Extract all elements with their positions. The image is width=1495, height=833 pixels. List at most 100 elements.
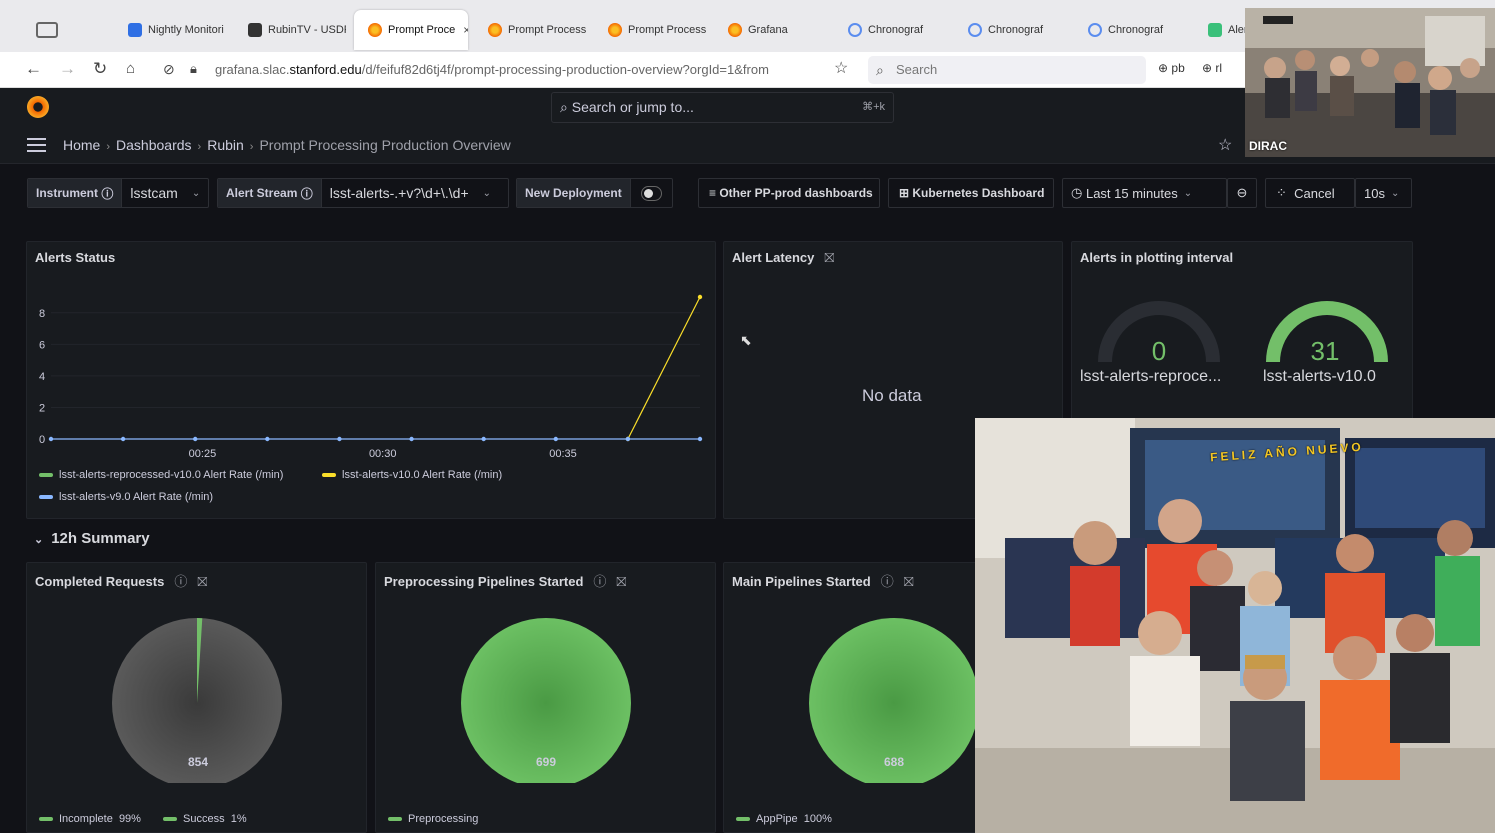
chronograf-icon: [848, 23, 862, 37]
tab-alerts[interactable]: Aler: [1194, 10, 1246, 50]
legend-label: Incomplete: [59, 813, 113, 825]
chevron-down-icon: ⌄: [1183, 187, 1193, 199]
gauge-value: 0: [1151, 336, 1167, 366]
series-line: [627, 296, 701, 440]
completed-requests-panel[interactable]: Completed Requests ⓘ ⛝ 854 Incomplete 99% …: [26, 562, 367, 833]
kubernetes-dashboard-button[interactable]: ⊞ Kubernetes Dashboard: [888, 178, 1054, 208]
y-tick-label: 8: [39, 308, 45, 320]
chronograf-icon: [968, 23, 982, 37]
instrument-variable[interactable]: Instrument ⓘ lsstcam ⌄: [27, 178, 209, 208]
chevron-down-icon: ⌄: [191, 187, 201, 199]
cancel-label: Cancel: [1294, 185, 1335, 201]
tab-label: Chronograf: [988, 24, 1044, 36]
tab-grafana[interactable]: Grafana: [714, 10, 826, 50]
breadcrumb-dashboards[interactable]: Dashboards: [116, 137, 192, 153]
x-tick-label: 00:35: [549, 448, 577, 460]
tab-nightly-monitoring[interactable]: Nightly Monitori: [114, 10, 226, 50]
preprocessing-pipelines-panel[interactable]: Preprocessing Pipelines Started ⓘ ⛝ 699 Pr…: [375, 562, 716, 833]
pie-chart: [112, 618, 282, 783]
y-tick-label: 0: [39, 434, 45, 446]
toggle-switch[interactable]: [640, 185, 662, 201]
legend-item[interactable]: Success 1%: [163, 813, 247, 825]
data-point: [697, 436, 703, 442]
tab-chronograf[interactable]: Chronograf: [954, 10, 1066, 50]
grafana-search-input[interactable]: ⌕ Search or jump to... ⌘+k: [551, 92, 894, 123]
tab-chronograf[interactable]: Chronograf: [834, 10, 946, 50]
other-dashboards-button[interactable]: ≡ Other PP-prod dashboards: [698, 178, 880, 208]
row-title: 12h Summary: [51, 530, 150, 547]
row-header-12h-summary[interactable]: ⌄ 12h Summary: [34, 530, 150, 547]
legend-item[interactable]: Incomplete 99%: [39, 813, 141, 825]
data-point: [337, 436, 342, 442]
tracking-protection-icon[interactable]: ⊘: [163, 58, 175, 80]
legend-label: lsst-alerts-reprocessed-v10.0 Alert Rate…: [59, 469, 284, 481]
refresh-interval-picker[interactable]: 10s ⌄: [1355, 178, 1412, 208]
tab-prompt-processing-active[interactable]: Prompt Proce ×: [354, 10, 468, 50]
alert-icon: [1208, 23, 1222, 37]
browser-search-input[interactable]: ⌕ Search: [868, 56, 1146, 84]
search-placeholder: Search: [896, 62, 938, 77]
x-tick-label: 00:25: [189, 448, 217, 460]
time-range-picker[interactable]: ◷ Last 15 minutes ⌄: [1062, 178, 1227, 208]
legend-item[interactable]: lsst-alerts-v10.0 Alert Rate (/min): [322, 469, 502, 481]
breadcrumb-rubin[interactable]: Rubin: [207, 137, 244, 153]
chevron-down-icon: ⌄: [482, 187, 492, 199]
cancel-button[interactable]: ⁘ Cancel: [1265, 178, 1355, 208]
pie-chart: [461, 618, 631, 783]
legend-item[interactable]: AppPipe 100%: [736, 813, 832, 825]
info-icon: ⓘ: [101, 186, 114, 201]
grafana-logo-icon[interactable]: [27, 96, 49, 118]
sidebar-toggle-icon[interactable]: [36, 22, 58, 38]
search-icon: ⌕: [560, 99, 568, 115]
legend-item[interactable]: lsst-alerts-v9.0 Alert Rate (/min): [39, 491, 213, 503]
gauge-label: lsst-alerts-reproce...: [1080, 368, 1222, 385]
legend-item[interactable]: lsst-alerts-reprocessed-v10.0 Alert Rate…: [39, 469, 283, 481]
url-bar[interactable]: grafana.slac.stanford.edu/d/feifuf82d6tj…: [215, 58, 855, 82]
search-icon: ⌕: [876, 62, 884, 78]
legend-swatch: [39, 817, 53, 822]
legend-swatch: [39, 495, 53, 500]
alerts-status-panel[interactable]: Alerts Status 0 2 4 6 8 00:25 00:30 00:35 lsst-…: [26, 241, 716, 519]
reload-icon[interactable]: ↻: [93, 58, 107, 80]
home-icon[interactable]: ⌂: [126, 58, 135, 80]
forward-arrow-icon[interactable]: →: [59, 58, 76, 80]
legend-swatch: [322, 473, 336, 478]
alert-stream-variable[interactable]: Alert Stream ⓘ lsst-alerts-.+v?\d+\.\d+ …: [217, 178, 509, 208]
close-icon[interactable]: ×: [463, 23, 468, 37]
legend-swatch: [39, 473, 53, 478]
data-point: [409, 436, 414, 442]
grid-icon: ⊞: [899, 186, 913, 200]
back-arrow-icon[interactable]: ←: [25, 58, 42, 80]
pie-value: 854: [187, 755, 209, 769]
legend-percent: 99%: [118, 813, 141, 825]
bookmark-star-icon[interactable]: ☆: [834, 58, 848, 80]
lock-icon[interactable]: 🔒︎: [190, 58, 197, 80]
data-point: [193, 436, 198, 442]
data-point: [697, 294, 703, 300]
extension-pb[interactable]: ⊕ pb: [1158, 61, 1185, 75]
tab-prompt-processing[interactable]: Prompt Process: [474, 10, 586, 50]
data-point: [48, 436, 54, 442]
chronograf-icon: [1088, 23, 1102, 37]
legend-percent: 1%: [230, 813, 247, 825]
data-point: [553, 436, 558, 442]
legend-label: lsst-alerts-v9.0 Alert Rate (/min): [59, 491, 214, 503]
breadcrumb-home[interactable]: Home: [63, 137, 100, 153]
legend-item[interactable]: Preprocessing: [388, 813, 478, 825]
other-dashboards-label: Other PP-prod dashboards: [719, 186, 873, 200]
mouse-cursor-icon: ⬉: [740, 332, 752, 348]
new-deployment-toggle[interactable]: New Deployment: [516, 178, 673, 208]
gauge-label: lsst-alerts-v10.0: [1263, 368, 1376, 385]
favorite-star-icon[interactable]: ☆: [1218, 135, 1232, 155]
tab-prompt-processing[interactable]: Prompt Process: [594, 10, 706, 50]
extension-rl[interactable]: ⊕ rl: [1202, 61, 1222, 75]
video-call-thumbnail[interactable]: DIRAC: [1245, 8, 1495, 157]
tab-chronograf[interactable]: Chronograf: [1074, 10, 1186, 50]
legend-swatch: [736, 817, 750, 822]
legend-percent: 100%: [803, 813, 832, 825]
tab-rubintv[interactable]: RubinTV - USDF: [234, 10, 346, 50]
data-point: [120, 436, 126, 442]
menu-icon[interactable]: [27, 138, 46, 152]
tab-label: Chronograf: [868, 24, 924, 36]
zoom-out-button[interactable]: ⊖: [1227, 178, 1257, 208]
